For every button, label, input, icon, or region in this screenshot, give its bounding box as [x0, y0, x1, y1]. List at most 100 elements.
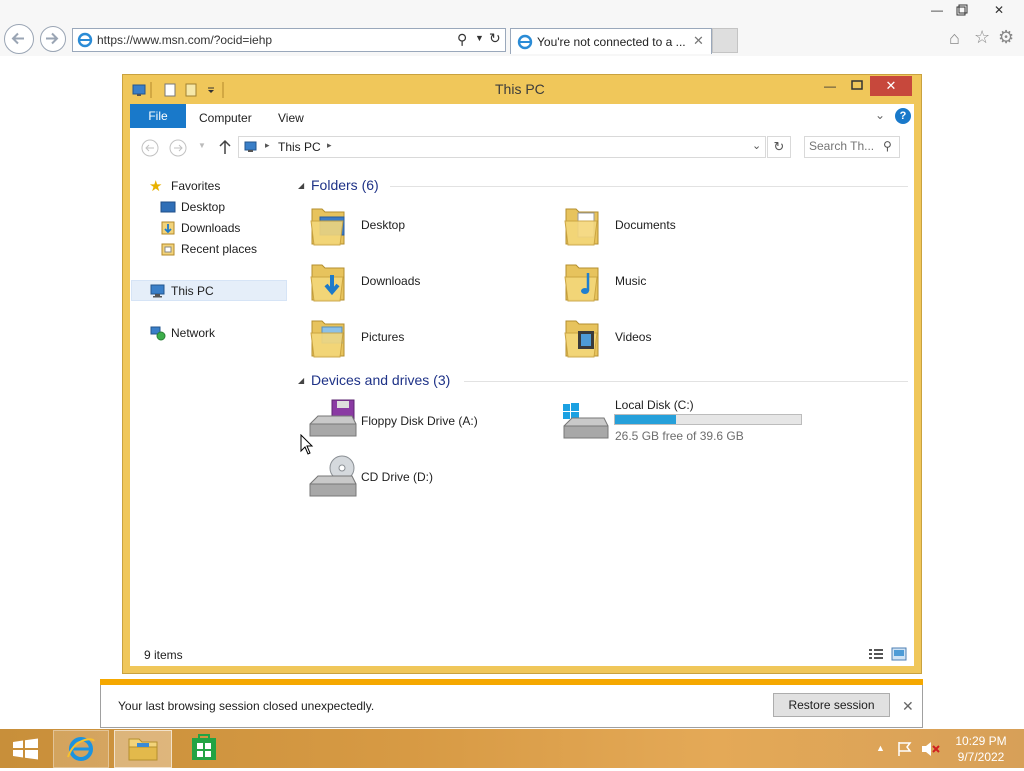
documents-folder-icon: [564, 208, 599, 246]
drive-label-floppy: Floppy Disk Drive (A:): [361, 414, 478, 428]
nav-recent-places[interactable]: Recent places: [181, 242, 257, 256]
folder-item-pictures[interactable]: Pictures: [306, 314, 526, 360]
downloads-icon: [161, 221, 175, 235]
folder-label-music: Music: [615, 274, 647, 288]
folders-collapse-icon[interactable]: ◢: [298, 181, 304, 190]
window-maximize-button[interactable]: [845, 76, 869, 96]
devices-collapse-icon[interactable]: ◢: [298, 376, 304, 385]
restore-button[interactable]: [948, 0, 976, 20]
taskbar-store[interactable]: [177, 730, 231, 768]
folders-group-title[interactable]: Folders (6): [311, 177, 379, 193]
mouse-cursor-icon: [300, 434, 314, 455]
downloads-folder-icon: [310, 264, 345, 302]
help-icon[interactable]: ?: [895, 108, 911, 124]
devices-divider: [464, 381, 908, 382]
up-arrow-icon[interactable]: [216, 138, 234, 156]
folder-label-pictures: Pictures: [361, 330, 405, 344]
tab-view[interactable]: View: [278, 111, 304, 125]
disk-usage-fill: [615, 415, 677, 424]
new-tab-button[interactable]: [712, 28, 738, 53]
location-dropdown-icon[interactable]: ⌄: [752, 139, 761, 152]
tab-file[interactable]: File: [130, 104, 186, 128]
refresh-location-button[interactable]: ↻: [767, 136, 791, 158]
folders-divider: [390, 186, 908, 187]
start-button[interactable]: [0, 729, 50, 768]
nav-network[interactable]: Network: [171, 326, 215, 340]
details-view-icon[interactable]: [868, 647, 884, 661]
windows-logo-icon: [13, 738, 38, 760]
favorites-star-icon-nav: ★: [149, 178, 163, 195]
explorer-search-input[interactable]: [809, 139, 877, 153]
clock-date[interactable]: 9/7/2022: [948, 750, 1014, 764]
forward-button[interactable]: [40, 26, 66, 52]
dropdown-icon[interactable]: ▼: [475, 33, 484, 43]
window-title: This PC: [495, 81, 545, 97]
window-minimize-button[interactable]: —: [818, 76, 842, 96]
drive-label-local-disk: Local Disk (C:): [615, 398, 694, 412]
location-bar[interactable]: ▸ This PC ▸ ⌄: [238, 136, 766, 158]
folder-item-videos[interactable]: Videos: [560, 314, 780, 360]
minimize-button[interactable]: —: [923, 0, 951, 20]
folder-label-desktop: Desktop: [361, 218, 406, 232]
explorer-back-icon[interactable]: [140, 138, 160, 158]
devices-group-title[interactable]: Devices and drives (3): [311, 372, 450, 388]
cd-drive-icon: [309, 455, 357, 497]
nav-this-pc[interactable]: This PC: [171, 284, 214, 298]
folder-item-music[interactable]: Music: [560, 258, 780, 304]
explorer-search-box[interactable]: ⚲: [804, 136, 900, 158]
forward-arrow-icon: [46, 32, 59, 45]
taskbar-ie[interactable]: [53, 730, 109, 768]
close-notification-icon[interactable]: ✕: [902, 698, 914, 715]
breadcrumb[interactable]: This PC: [278, 140, 321, 154]
nav-downloads[interactable]: Downloads: [181, 221, 240, 235]
this-pc-nav-icon: [150, 284, 165, 298]
large-icons-view-icon[interactable]: [891, 647, 907, 661]
folder-item-documents[interactable]: Documents: [560, 202, 780, 248]
breadcrumb-separator-icon: ▸: [265, 140, 270, 150]
back-button[interactable]: [4, 24, 34, 54]
volume-muted-icon[interactable]: [920, 740, 940, 758]
status-item-count: 9 items: [144, 648, 183, 662]
tab-computer[interactable]: Computer: [199, 111, 252, 125]
explorer-forward-icon[interactable]: [168, 138, 188, 158]
window-close-button[interactable]: ✕: [870, 76, 912, 96]
address-bar[interactable]: https://www.msn.com/?ocid=iehp ⚲ ▼ ↻: [72, 28, 506, 52]
folder-label-videos: Videos: [615, 330, 652, 344]
drive-item-cd[interactable]: CD Drive (D:): [306, 454, 536, 500]
recent-places-icon: [161, 243, 175, 256]
drive-item-local-disk[interactable]: Local Disk (C:) 26.5 GB free of 39.6 GB: [560, 396, 810, 444]
show-hidden-icons[interactable]: ▲: [876, 743, 885, 753]
refresh-icon[interactable]: ↻: [489, 30, 501, 47]
notification-message: Your last browsing session closed unexpe…: [118, 699, 375, 713]
favorites-star-icon[interactable]: ☆: [974, 27, 990, 48]
drive-free-space: 26.5 GB free of 39.6 GB: [615, 429, 744, 443]
nav-favorites[interactable]: Favorites: [171, 179, 220, 193]
clock-time[interactable]: 10:29 PM: [948, 734, 1014, 748]
folder-item-desktop[interactable]: Desktop: [306, 202, 526, 248]
action-center-flag-icon[interactable]: [896, 740, 914, 758]
desktop-folder-icon: [310, 208, 345, 246]
pictures-folder-icon: [310, 320, 345, 358]
ie-tab-icon: [517, 34, 533, 50]
recent-locations-icon[interactable]: ▼: [198, 141, 206, 150]
breadcrumb-chevron-icon[interactable]: ▸: [327, 140, 332, 151]
network-icon: [150, 326, 166, 341]
file-explorer-icon: [128, 738, 158, 761]
this-pc-small-icon: [244, 141, 257, 152]
taskbar-file-explorer[interactable]: [114, 730, 172, 768]
drive-item-floppy[interactable]: Floppy Disk Drive (A:): [306, 398, 536, 444]
internet-explorer-icon: [67, 737, 95, 761]
close-browser-button[interactable]: ✕: [985, 0, 1013, 20]
notification-stripe: [100, 679, 923, 685]
restore-session-button[interactable]: Restore session: [773, 693, 890, 717]
music-folder-icon: [564, 264, 599, 302]
browser-tab-active[interactable]: You're not connected to a ... ✕: [510, 28, 712, 54]
gear-icon[interactable]: ⚙: [998, 27, 1014, 48]
nav-desktop[interactable]: Desktop: [181, 200, 225, 214]
search-icon[interactable]: ⚲: [457, 31, 467, 48]
expand-ribbon-icon[interactable]: ⌄: [875, 108, 885, 122]
close-tab-icon[interactable]: ✕: [693, 33, 704, 49]
folder-item-downloads[interactable]: Downloads: [306, 258, 526, 304]
home-icon[interactable]: ⌂: [949, 28, 960, 49]
back-arrow-icon: [11, 32, 24, 45]
